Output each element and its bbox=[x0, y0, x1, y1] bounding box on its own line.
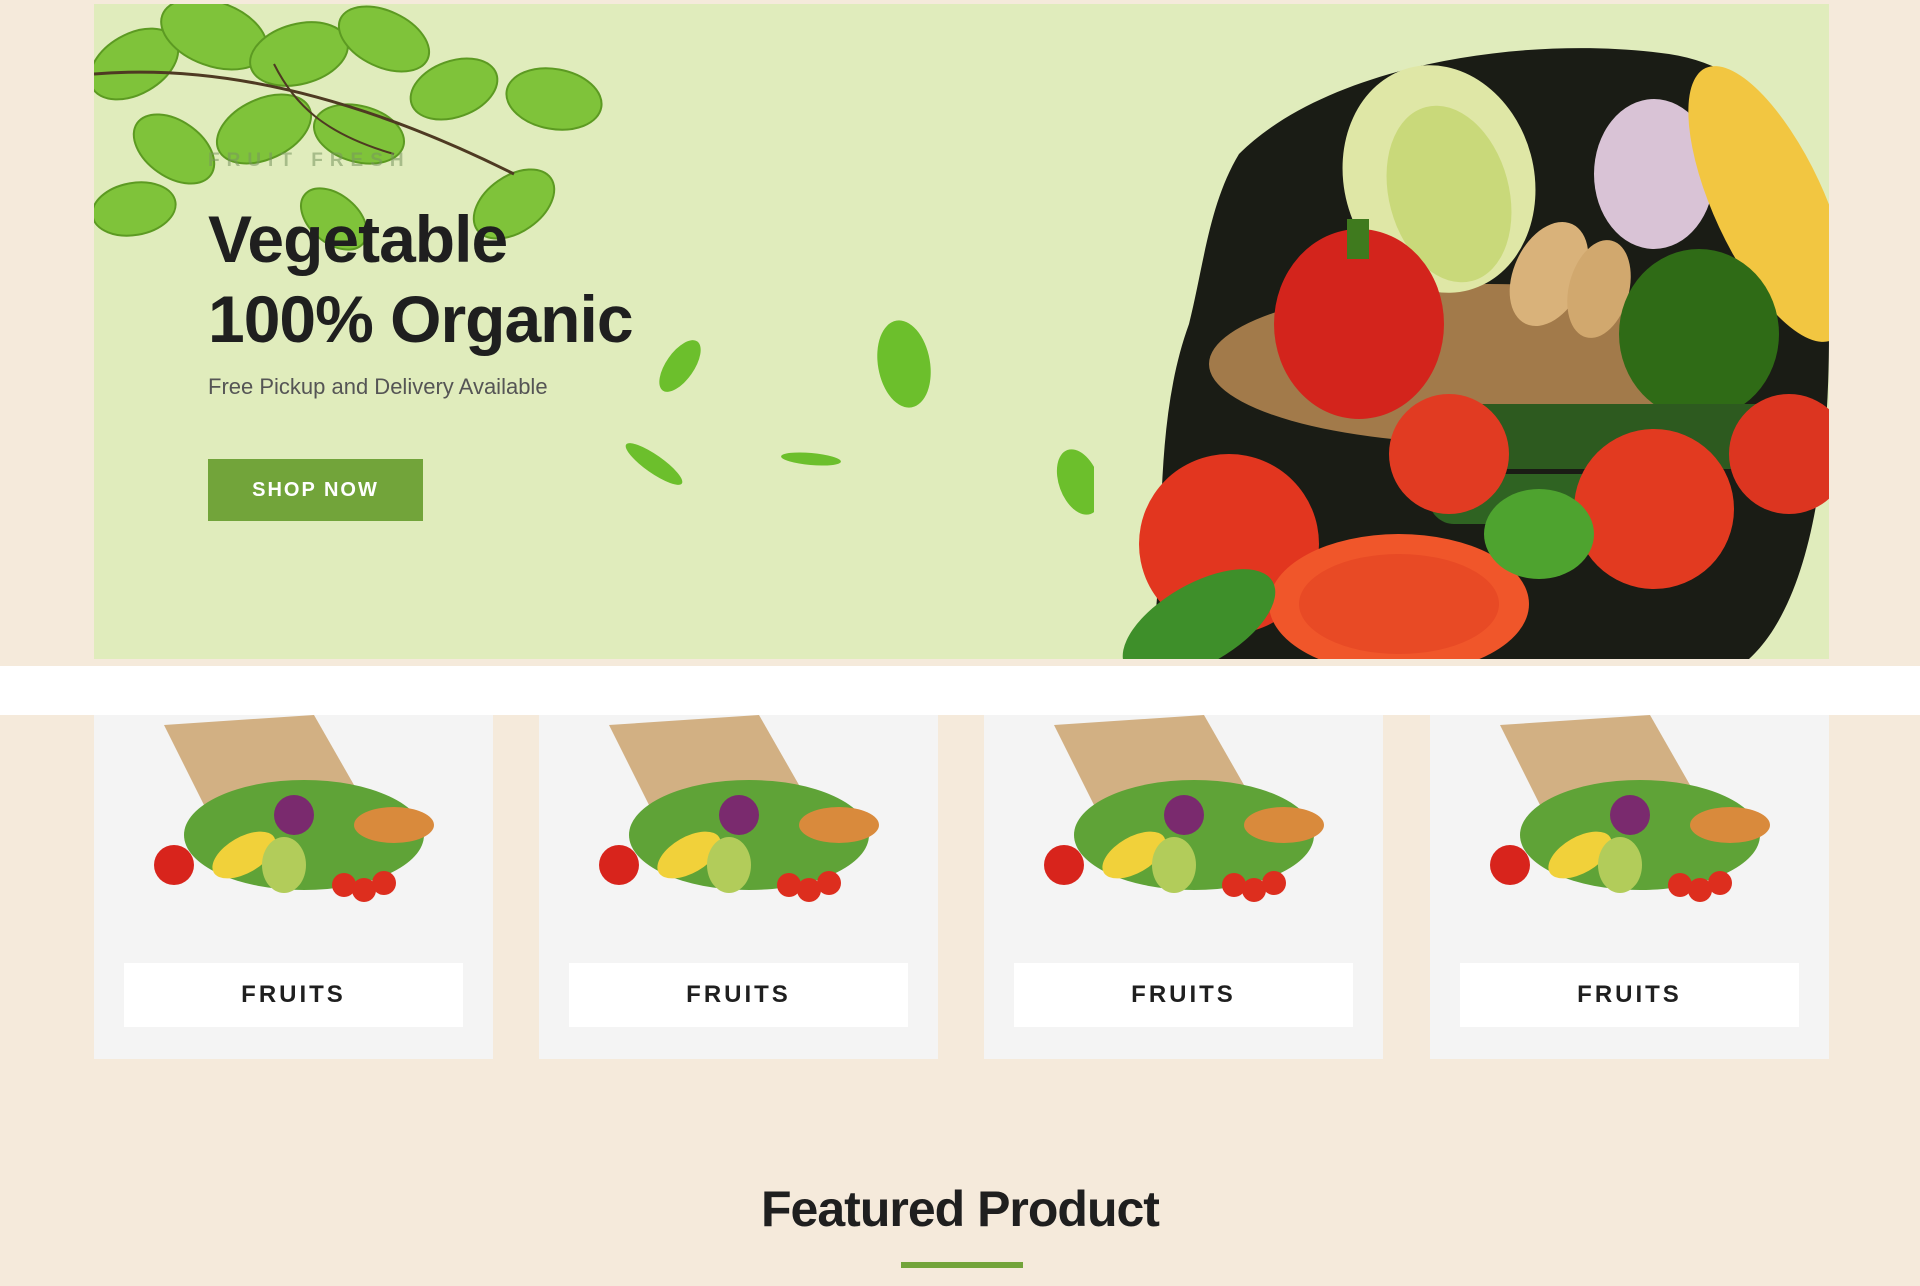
hero-title-line2: 100% Organic bbox=[208, 282, 634, 356]
section-divider bbox=[0, 666, 1920, 715]
category-label: FRUITS bbox=[1460, 963, 1799, 1027]
hero-kicker: Fruit Fresh bbox=[208, 150, 411, 171]
grocery-bag-icon bbox=[1044, 715, 1324, 902]
category-card[interactable]: FRUITS bbox=[94, 715, 493, 1059]
grocery-bag-icon bbox=[599, 715, 879, 902]
category-label: FRUITS bbox=[569, 963, 908, 1027]
page: Fruit Fresh Vegetable 100% Organic Free … bbox=[0, 0, 1920, 1286]
category-card[interactable]: FRUITS bbox=[1430, 715, 1829, 1059]
shop-now-button[interactable]: SHOP NOW bbox=[208, 459, 423, 521]
hero-subtitle: Free Pickup and Delivery Available bbox=[208, 374, 548, 399]
hero-banner: Fruit Fresh Vegetable 100% Organic Free … bbox=[94, 4, 1829, 659]
hero-title-line1: Vegetable bbox=[208, 202, 508, 276]
vegetables-image bbox=[1122, 48, 1829, 659]
heading-underline bbox=[901, 1262, 1023, 1268]
category-label: FRUITS bbox=[1014, 963, 1353, 1027]
hero-title: Vegetable 100% Organic bbox=[208, 199, 634, 359]
grocery-bag-icon bbox=[1490, 715, 1770, 902]
category-card[interactable]: FRUITS bbox=[539, 715, 938, 1059]
category-list: FRUITS FRUITS FRUITS FRUITS bbox=[0, 715, 1920, 1059]
category-card[interactable]: FRUITS bbox=[984, 715, 1383, 1059]
grocery-bag-icon bbox=[154, 715, 434, 902]
category-label: FRUITS bbox=[124, 963, 463, 1027]
featured-product-heading: Featured Product bbox=[761, 1181, 1160, 1237]
